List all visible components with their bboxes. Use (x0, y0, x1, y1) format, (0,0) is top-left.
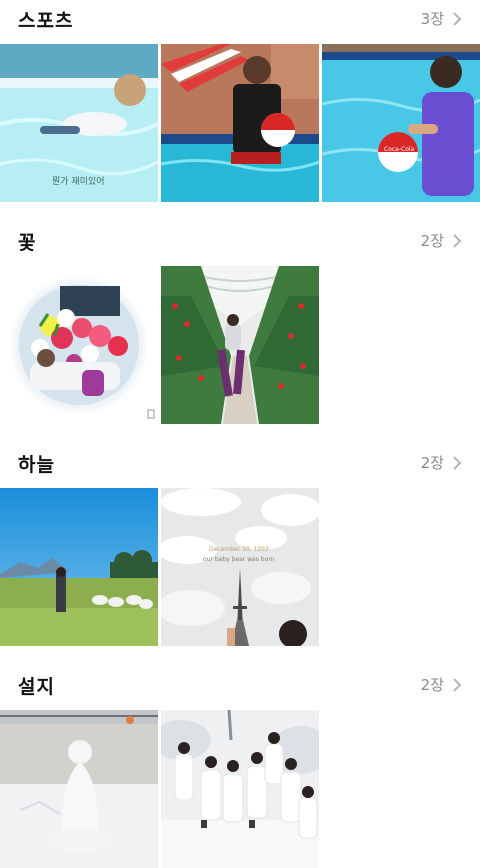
album-header[interactable]: 설지 2장 (0, 666, 480, 706)
album-count: 2장 (420, 454, 444, 472)
album-count: 2장 (420, 232, 444, 250)
album-count: 2장 (420, 676, 444, 694)
album-title: 설지 (18, 676, 55, 698)
photo-thumbnail-cloudy-sky-tower[interactable]: December 30, 1992 our baby bear was born (161, 488, 319, 646)
album-title: 꽃 (18, 232, 37, 254)
sky-caption-line1: December 30, 1992 (209, 546, 269, 553)
chevron-right-icon (453, 455, 462, 470)
photo-thumbnail-snowman[interactable] (0, 710, 158, 868)
cola-label: Coca-Cola (384, 146, 415, 153)
album-title: 스포츠 (18, 10, 74, 32)
pool-caption: 뭔가 재미있어 (52, 175, 105, 187)
album-count-link[interactable]: 2장 (421, 674, 462, 695)
sky-caption-line2: our baby bear was born (203, 556, 275, 563)
album-header[interactable]: 하늘 2장 (0, 444, 480, 484)
chevron-right-icon (453, 677, 462, 692)
photo-thumbnail-pool-swimming[interactable]: 뭔가 재미있어 (0, 44, 158, 202)
photo-thumbnail-group-in-snow[interactable] (161, 710, 319, 868)
photo-thumbnail-strawberry-greenhouse[interactable] (161, 266, 319, 424)
photo-thumbnail-blue-sky-field[interactable] (0, 488, 158, 646)
album-title: 하늘 (18, 454, 55, 476)
chevron-right-icon (453, 233, 462, 248)
chevron-right-icon (453, 11, 462, 26)
album-count-link[interactable]: 2장 (421, 230, 462, 251)
photo-thumbnail-flower-bouquet[interactable] (0, 266, 158, 424)
album-count: 3장 (420, 10, 444, 28)
album-header[interactable]: 꽃 2장 (0, 222, 480, 262)
album-count-link[interactable]: 2장 (421, 452, 462, 473)
photo-thumbnail-pool-cola-ball[interactable]: Coca-Cola (322, 44, 480, 202)
album-count-link[interactable]: 3장 (421, 8, 462, 29)
album-header[interactable]: 스포츠 3장 (0, 0, 480, 40)
photo-thumbnail-pool-beach-ball[interactable] (161, 44, 319, 202)
